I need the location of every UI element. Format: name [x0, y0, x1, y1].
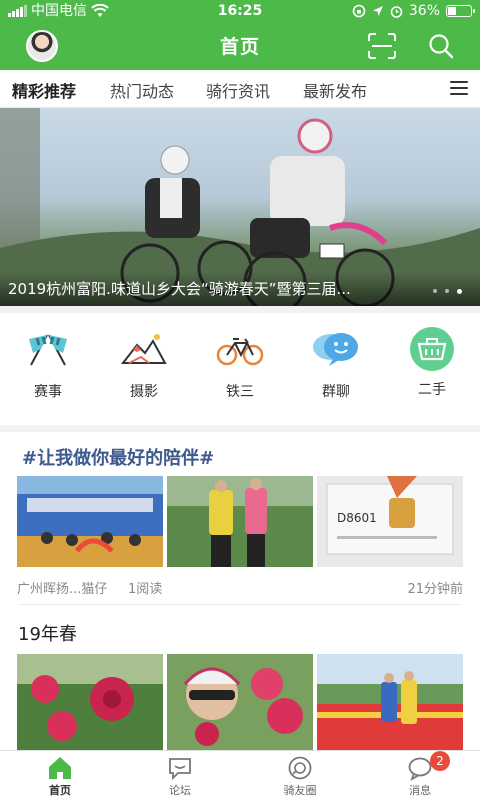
nav-label: 骑友圈	[283, 784, 317, 797]
race-bib-photo: D8601	[317, 476, 463, 567]
category-label: 赛事	[34, 384, 62, 400]
category-photography[interactable]: 摄影	[104, 331, 184, 401]
bottom-nav: 首页 论坛 骑友圈 2 消息	[0, 750, 480, 800]
top-navbar: 首页	[0, 22, 480, 70]
post-photo[interactable]: D8601	[317, 476, 463, 567]
carousel-dot[interactable]	[445, 289, 449, 293]
home-icon	[49, 757, 71, 779]
tab-latest[interactable]: 最新发布	[303, 78, 367, 102]
status-bar: 中国电信 16:25 36%	[0, 0, 480, 22]
nav-messages[interactable]: 2 消息	[380, 751, 460, 798]
photography-mountain-icon	[120, 334, 167, 364]
carousel-dots	[433, 289, 462, 294]
riders-photo	[167, 476, 313, 567]
category-label: 铁三	[226, 384, 254, 400]
banner-carousel[interactable]: 2019杭州富阳.味道山乡大会“骑游春天”暨第三届...	[0, 108, 480, 306]
selfie-roses-photo	[167, 654, 313, 750]
banner-caption: 2019杭州富阳.味道山乡大会“骑游春天”暨第三届...	[0, 272, 480, 306]
post-divider	[18, 604, 462, 605]
category-tabs: 精彩推荐 热门动态 骑行资讯 最新发布	[0, 70, 480, 108]
status-right: 36%	[352, 0, 475, 22]
page-title: 首页	[219, 36, 260, 58]
scan-icon[interactable]	[368, 33, 396, 59]
post-photo[interactable]	[17, 476, 163, 567]
battery-icon	[446, 5, 475, 17]
shopping-basket-icon	[410, 327, 454, 371]
category-grid: 赛事 摄影 铁三 群聊 二手	[0, 313, 480, 425]
rotation-lock-icon	[352, 4, 366, 18]
post-title[interactable]: 19年春	[18, 620, 77, 646]
bib-number: D8601	[337, 511, 377, 525]
forum-icon	[169, 758, 191, 781]
tulip-field-photo	[317, 654, 463, 750]
category-group-chat[interactable]: 群聊	[296, 331, 376, 401]
riders-circle-icon	[288, 756, 312, 780]
category-second-hand[interactable]: 二手	[392, 327, 472, 399]
post-photo[interactable]	[317, 654, 463, 750]
tab-featured[interactable]: 精彩推荐	[12, 78, 76, 102]
category-label: 群聊	[322, 384, 350, 400]
menu-icon[interactable]	[450, 81, 468, 97]
carousel-dot[interactable]	[433, 289, 437, 293]
nav-label: 论坛	[169, 784, 191, 797]
post-reads: 1阅读	[128, 582, 163, 597]
roses-photo	[17, 654, 163, 750]
category-triathlon[interactable]: 铁三	[200, 331, 280, 401]
category-label: 摄影	[130, 384, 158, 400]
nav-label: 消息	[409, 784, 431, 797]
post-photo[interactable]	[17, 654, 163, 750]
post-photo[interactable]	[167, 654, 313, 750]
team-photo	[17, 476, 163, 567]
alarm-icon	[390, 5, 403, 18]
post-time: 21分钟前	[407, 582, 463, 597]
racing-flags-icon	[29, 334, 67, 366]
category-racing[interactable]: 赛事	[8, 331, 88, 401]
bicycle-icon	[216, 338, 264, 366]
search-icon[interactable]	[428, 33, 454, 59]
nav-label: 首页	[49, 784, 71, 797]
battery-percent: 36%	[408, 3, 440, 19]
post-hashtag[interactable]: #让我做你最好的陪伴#	[22, 444, 214, 470]
chat-bubble-icon	[313, 333, 358, 366]
tab-hot-activity[interactable]: 热门动态	[110, 78, 174, 102]
post-photo[interactable]	[167, 476, 313, 567]
carousel-dot-active[interactable]	[457, 289, 462, 294]
post-author[interactable]: 广州晖扬...猫仔	[17, 578, 107, 597]
unread-badge: 2	[430, 751, 450, 771]
nav-riders-circle[interactable]: 骑友圈	[260, 755, 340, 798]
nav-home[interactable]: 首页	[20, 755, 100, 798]
category-label: 二手	[418, 382, 446, 398]
feed-list: #让我做你最好的陪伴# D8601 广州晖扬...猫仔 1阅读 21分钟前 19…	[0, 432, 480, 750]
location-icon	[372, 6, 383, 16]
app-header: 中国电信 16:25 36% 首页	[0, 0, 480, 70]
tab-riding-news[interactable]: 骑行资讯	[206, 78, 270, 102]
nav-forum[interactable]: 论坛	[140, 755, 220, 798]
